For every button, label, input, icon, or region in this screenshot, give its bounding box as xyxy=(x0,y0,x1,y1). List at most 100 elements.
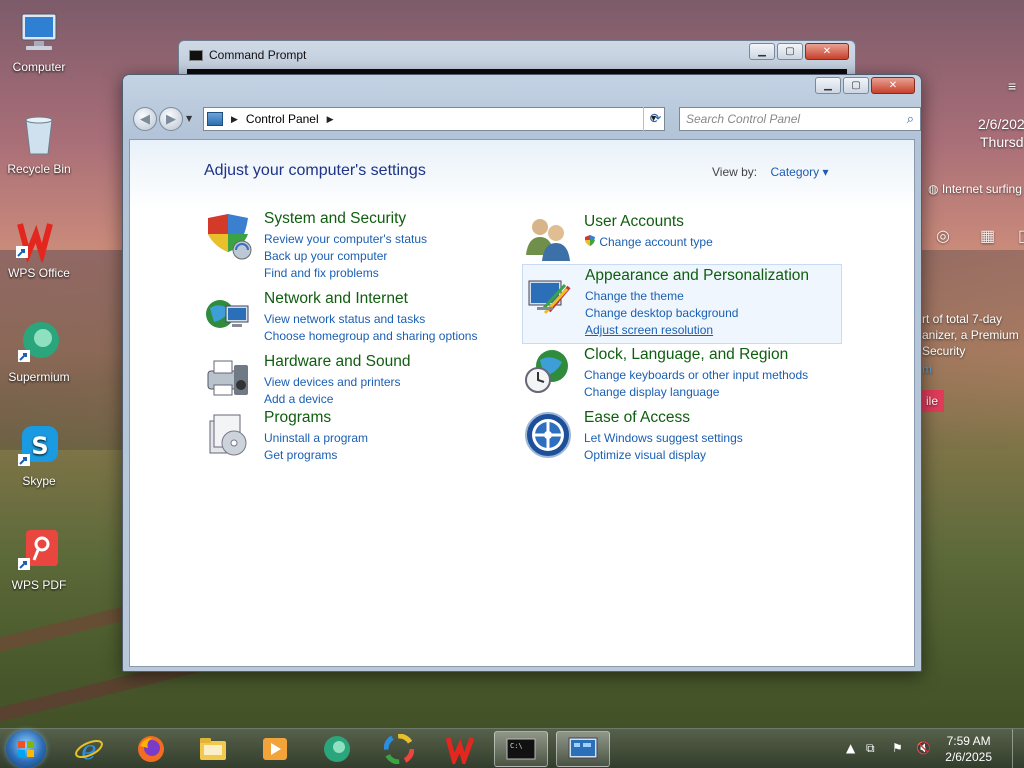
widget-date: 2/6/202 xyxy=(978,116,1024,132)
clock-globe-icon[interactable] xyxy=(524,348,572,396)
link-change-background[interactable]: Change desktop background xyxy=(585,306,738,320)
view-by-dropdown[interactable]: Category ▾ xyxy=(770,165,828,179)
promo-line: rt of total 7-day xyxy=(922,312,1003,326)
link-optimize-visual[interactable]: Optimize visual display xyxy=(584,448,706,462)
appearance-icon[interactable] xyxy=(525,273,573,321)
desktop-icon-label: Skype xyxy=(22,474,56,488)
taskbar-firefox[interactable] xyxy=(124,731,178,767)
taskbar-photos[interactable] xyxy=(372,731,426,767)
desktop-icon-supermium[interactable]: Supermium xyxy=(4,320,74,384)
svg-text:C:\: C:\ xyxy=(510,742,523,750)
supermium-icon xyxy=(324,736,350,762)
cmd-icon xyxy=(189,50,203,61)
breadcrumb-chevron-icon[interactable]: ▶ xyxy=(327,114,334,125)
link-devices-printers[interactable]: View devices and printers xyxy=(264,375,401,389)
link-review-status[interactable]: Review your computer's status xyxy=(264,232,427,246)
desktop-icon-recycle-bin[interactable]: Recycle Bin xyxy=(4,112,74,176)
taskbar-supermium[interactable] xyxy=(310,731,364,767)
desktop-icon-label: Supermium xyxy=(8,370,70,384)
taskbar-command-prompt[interactable]: C:\ xyxy=(494,731,548,767)
eye-off-icon[interactable]: ◎ xyxy=(936,226,950,246)
link-homegroup[interactable]: Choose homegroup and sharing options xyxy=(264,329,477,343)
link-network-status[interactable]: View network status and tasks xyxy=(264,312,425,326)
calculator-icon[interactable]: ▦ xyxy=(980,226,995,246)
link-find-fix[interactable]: Find and fix problems xyxy=(264,266,379,280)
link-change-keyboards[interactable]: Change keyboards or other input methods xyxy=(584,368,808,382)
breadcrumb-chevron-icon[interactable]: ▶ xyxy=(231,114,238,125)
show-hidden-icons[interactable]: ▲ xyxy=(846,741,855,755)
promo-button[interactable]: ile xyxy=(920,390,945,412)
desktop-icon-skype[interactable]: S Skype xyxy=(4,424,74,488)
window-title: Command Prompt xyxy=(209,48,307,62)
svg-text:S: S xyxy=(31,432,48,460)
category-title[interactable]: System and Security xyxy=(264,210,406,228)
back-button[interactable]: ◀ xyxy=(133,107,157,131)
link-windows-suggest[interactable]: Let Windows suggest settings xyxy=(584,431,743,445)
clock-date: 2/6/2025 xyxy=(945,750,992,764)
category-title[interactable]: Hardware and Sound xyxy=(264,353,411,371)
system-clock[interactable]: 7:59 AM 2/6/2025 xyxy=(945,733,992,765)
category-title[interactable]: Ease of Access xyxy=(584,409,690,427)
breadcrumb-control-panel[interactable]: Control Panel xyxy=(246,112,319,126)
page-title: Adjust your computer's settings xyxy=(204,162,426,179)
widget-more-icon[interactable]: ▯ xyxy=(1018,226,1024,246)
link-change-display-language[interactable]: Change display language xyxy=(584,385,719,399)
control-panel-window[interactable]: ▁ ▢ ✕ ◀ ▶ ▼ ▶ Control Panel ▶ ▼ ⟳ Search… xyxy=(122,74,922,672)
globe-icon: ◍ xyxy=(928,182,939,196)
desktop-icon-wps-office[interactable]: WPS Office xyxy=(4,216,74,280)
shield-icon[interactable] xyxy=(204,212,252,260)
widget-internet-label: Internet surfing xyxy=(941,182,1022,196)
taskbar: e C:\ ▲ ⧉ ⚑ 🔇 7:59 AM 2/6/2025 xyxy=(0,728,1024,768)
search-input[interactable]: Search Control Panel ⌕ xyxy=(679,107,921,131)
taskbar-ie[interactable]: e xyxy=(62,731,116,767)
taskbar-explorer[interactable] xyxy=(186,731,240,767)
desktop-icon-wps-pdf[interactable]: WPS PDF xyxy=(4,528,74,592)
taskbar-wps[interactable] xyxy=(434,731,488,767)
volume-muted-icon[interactable]: 🔇 xyxy=(916,741,931,755)
link-change-theme[interactable]: Change the theme xyxy=(585,289,684,303)
taskbar-control-panel[interactable] xyxy=(556,731,610,767)
start-button[interactable] xyxy=(6,730,46,768)
category-title[interactable]: Appearance and Personalization xyxy=(585,267,809,285)
category-title[interactable]: Clock, Language, and Region xyxy=(584,346,788,364)
cmd-icon: C:\ xyxy=(506,738,536,760)
link-back-up[interactable]: Back up your computer xyxy=(264,249,387,263)
link-add-device[interactable]: Add a device xyxy=(264,392,333,406)
category-title[interactable]: User Accounts xyxy=(584,213,684,231)
widget-internet[interactable]: ◍ Internet surfing xyxy=(928,182,1022,196)
category-title[interactable]: Programs xyxy=(264,409,331,427)
ease-of-access-icon[interactable] xyxy=(524,411,572,459)
close-button[interactable]: ✕ xyxy=(805,43,849,60)
link-get-programs[interactable]: Get programs xyxy=(264,448,337,462)
address-bar[interactable]: ▶ Control Panel ▶ ▼ xyxy=(203,107,665,131)
taskbar-media-player[interactable] xyxy=(248,731,302,767)
refresh-icon[interactable]: ⟳ xyxy=(643,107,667,131)
category-ease-of-access: Ease of Access Let Windows suggest setti… xyxy=(524,409,844,462)
minimize-button[interactable]: ▁ xyxy=(749,43,775,60)
link-uninstall[interactable]: Uninstall a program xyxy=(264,431,368,445)
view-by-label: View by: xyxy=(712,165,758,179)
media-player-icon xyxy=(263,738,287,760)
users-icon[interactable] xyxy=(524,215,572,263)
link-change-account-type[interactable]: Change account type xyxy=(584,235,713,249)
category-appearance-and-personalization: Appearance and Personalization Change th… xyxy=(522,264,842,344)
uac-shield-icon xyxy=(584,235,599,249)
printer-icon[interactable] xyxy=(204,355,252,403)
search-icon[interactable]: ⌕ xyxy=(907,111,914,127)
network-tray-icon[interactable]: ⧉ xyxy=(866,741,875,756)
minimize-button[interactable]: ▁ xyxy=(815,77,841,94)
action-center-flag-icon[interactable]: ⚑ xyxy=(892,741,903,755)
recent-pages-icon[interactable]: ▼ xyxy=(186,114,192,123)
show-desktop-button[interactable] xyxy=(1012,729,1024,768)
link-adjust-resolution[interactable]: Adjust screen resolution xyxy=(585,323,713,337)
programs-icon[interactable] xyxy=(204,411,252,459)
forward-button[interactable]: ▶ xyxy=(159,107,183,131)
close-button[interactable]: ✕ xyxy=(871,77,915,94)
maximize-button[interactable]: ▢ xyxy=(777,43,803,60)
control-panel-icon xyxy=(568,737,598,759)
category-title[interactable]: Network and Internet xyxy=(264,290,408,308)
maximize-button[interactable]: ▢ xyxy=(843,77,869,94)
desktop-icon-computer[interactable]: Computer xyxy=(4,10,74,74)
network-icon[interactable] xyxy=(204,292,252,340)
menu-icon[interactable]: ≡ xyxy=(1008,78,1016,94)
